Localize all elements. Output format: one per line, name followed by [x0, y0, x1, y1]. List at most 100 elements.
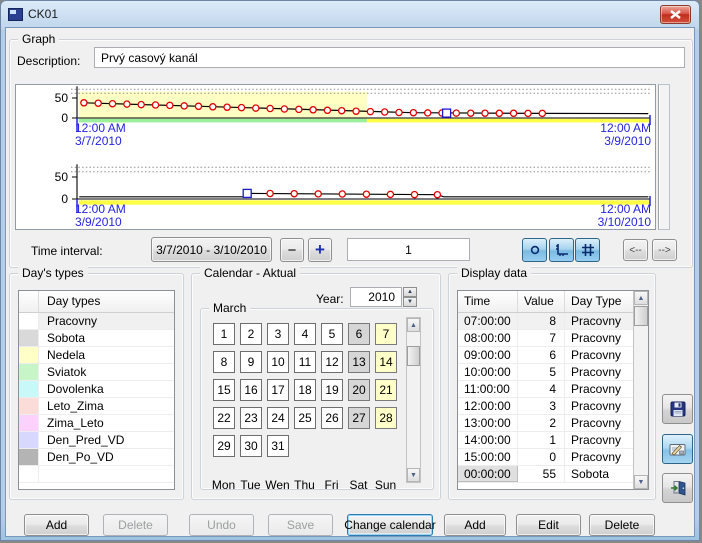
display-data-row[interactable]: 15:00:000Pracovny — [458, 449, 648, 466]
cell-value: 5 — [518, 364, 565, 380]
description-label: Description: — [17, 54, 80, 68]
display-scroll-down-icon[interactable]: ▼ — [634, 475, 648, 489]
year-down-button[interactable]: ▼ — [403, 297, 417, 307]
toggle-grid-button[interactable] — [575, 238, 600, 262]
close-button[interactable] — [660, 5, 691, 24]
day-type-row[interactable]: Dovolenka — [19, 381, 174, 398]
calendar-day-6[interactable]: 6 — [348, 323, 370, 345]
titlebar[interactable]: CK01 — [1, 1, 699, 27]
toggle-axes-button[interactable] — [549, 238, 574, 262]
calendar-day-9[interactable]: 9 — [240, 351, 262, 373]
calendar-scroll-down-icon[interactable]: ▼ — [407, 468, 420, 482]
day-type-row[interactable]: Sobota — [19, 330, 174, 347]
interval-count-input[interactable]: 1 — [347, 238, 470, 261]
calendar-day-24[interactable]: 24 — [267, 407, 289, 429]
calendar-day-15[interactable]: 15 — [213, 379, 235, 401]
calendar-day-12[interactable]: 12 — [321, 351, 343, 373]
display-data-row[interactable]: 09:00:006Pracovny — [458, 347, 648, 364]
calendar-day-3[interactable]: 3 — [267, 323, 289, 345]
display-data-scrollbar[interactable]: ▲ ▼ — [633, 291, 648, 489]
scroll-forward-button[interactable]: --> — [652, 239, 677, 261]
calendar-day-8[interactable]: 8 — [213, 351, 235, 373]
calendar-day-22[interactable]: 22 — [213, 407, 235, 429]
display-data-row[interactable]: 10:00:005Pracovny — [458, 364, 648, 381]
svg-text:3/10/2010: 3/10/2010 — [598, 215, 652, 229]
display-scroll-up-icon[interactable]: ▲ — [634, 291, 648, 305]
time-interval-label: Time interval: — [31, 244, 103, 258]
day-type-add-button[interactable]: Add — [24, 514, 89, 536]
cell-day-type: Pracovny — [565, 364, 635, 380]
day-type-row[interactable]: Sviatok — [19, 364, 174, 381]
scroll-back-button[interactable]: <-- — [623, 239, 648, 261]
calendar-day-29[interactable]: 29 — [213, 435, 235, 457]
calendar-day-1[interactable]: 1 — [213, 323, 235, 345]
year-input[interactable]: 2010 — [350, 287, 402, 307]
calendar-day-20[interactable]: 20 — [348, 379, 370, 401]
chart-top: 50012:00 AM3/7/201012:00 AM3/9/2010 — [16, 85, 656, 157]
display-delete-button[interactable]: Delete — [589, 514, 655, 536]
display-data-row[interactable]: 00:00:0055Sobota — [458, 466, 648, 483]
day-type-row[interactable]: Leto_Zima — [19, 398, 174, 415]
save-tool-button[interactable] — [662, 394, 693, 424]
day-type-color-swatch — [19, 466, 39, 482]
display-data-table: Time Value Day Type 07:00:008Pracovny08:… — [457, 290, 649, 490]
toggle-markers-button[interactable] — [522, 238, 547, 262]
display-data-row[interactable]: 08:00:007Pracovny — [458, 330, 648, 347]
display-add-button[interactable]: Add — [444, 514, 506, 536]
cell-time: 10:00:00 — [458, 364, 518, 380]
day-type-row[interactable]: Pracovny — [19, 313, 174, 330]
display-scroll-thumb[interactable] — [634, 306, 648, 326]
interval-minus-button[interactable]: − — [280, 238, 304, 262]
calendar-save-button[interactable]: Save — [268, 514, 333, 536]
display-edit-button[interactable]: Edit — [516, 514, 581, 536]
calendar-day-5[interactable]: 5 — [321, 323, 343, 345]
day-type-row[interactable]: Zima_Leto — [19, 415, 174, 432]
calendar-day-10[interactable]: 10 — [267, 351, 289, 373]
day-type-row[interactable]: Nedela — [19, 347, 174, 364]
exit-tool-button[interactable] — [662, 473, 693, 503]
interval-plus-button[interactable]: + — [308, 238, 332, 262]
calendar-day-31[interactable]: 31 — [267, 435, 289, 457]
calendar-day-16[interactable]: 16 — [240, 379, 262, 401]
svg-text:0: 0 — [61, 192, 68, 206]
year-up-button[interactable]: ▲ — [403, 287, 417, 297]
calendar-day-26[interactable]: 26 — [321, 407, 343, 429]
calendar-day-23[interactable]: 23 — [240, 407, 262, 429]
calendar-day-21[interactable]: 21 — [375, 379, 397, 401]
display-data-row[interactable]: 07:00:008Pracovny — [458, 313, 648, 330]
day-type-row[interactable]: Den_Po_VD — [19, 449, 174, 466]
day-type-delete-button[interactable]: Delete — [103, 514, 168, 536]
change-calendar-button[interactable]: Change calendar — [347, 514, 433, 536]
calendar-day-7[interactable]: 7 — [375, 323, 397, 345]
calendar-day-17[interactable]: 17 — [267, 379, 289, 401]
calendar-day-14[interactable]: 14 — [375, 351, 397, 373]
calendar-day-19[interactable]: 19 — [321, 379, 343, 401]
calendar-day-2[interactable]: 2 — [240, 323, 262, 345]
display-data-groupbox: Display data Time Value Day Type 07:00:0… — [448, 273, 656, 500]
display-data-row[interactable]: 13:00:002Pracovny — [458, 415, 648, 432]
time-interval-range-button[interactable]: 3/7/2010 - 3/10/2010 — [151, 237, 272, 262]
display-data-row[interactable]: 12:00:003Pracovny — [458, 398, 648, 415]
calendar-day-25[interactable]: 25 — [294, 407, 316, 429]
day-type-name: Pracovny — [39, 313, 174, 329]
calendar-day-18[interactable]: 18 — [294, 379, 316, 401]
chart-scrollbar[interactable] — [658, 84, 670, 230]
calendar-day-11[interactable]: 11 — [294, 351, 316, 373]
day-type-row-empty[interactable] — [19, 466, 174, 483]
calendar-undo-button[interactable]: Undo — [189, 514, 254, 536]
edit-card-icon — [669, 442, 686, 457]
calendar-scroll-thumb[interactable] — [407, 346, 420, 366]
cell-time: 12:00:00 — [458, 398, 518, 414]
calendar-scroll-up-icon[interactable]: ▲ — [407, 318, 420, 332]
display-data-row[interactable]: 14:00:001Pracovny — [458, 432, 648, 449]
calendar-day-28[interactable]: 28 — [375, 407, 397, 429]
calendar-scrollbar[interactable]: ▲ ▼ — [406, 317, 421, 483]
display-data-row[interactable]: 11:00:004Pracovny — [458, 381, 648, 398]
calendar-day-13[interactable]: 13 — [348, 351, 370, 373]
edit-tool-button[interactable] — [662, 434, 693, 464]
description-input[interactable]: Prvý casový kanál — [94, 47, 685, 68]
calendar-day-30[interactable]: 30 — [240, 435, 262, 457]
day-type-row[interactable]: Den_Pred_VD — [19, 432, 174, 449]
calendar-day-4[interactable]: 4 — [294, 323, 316, 345]
calendar-day-27[interactable]: 27 — [348, 407, 370, 429]
